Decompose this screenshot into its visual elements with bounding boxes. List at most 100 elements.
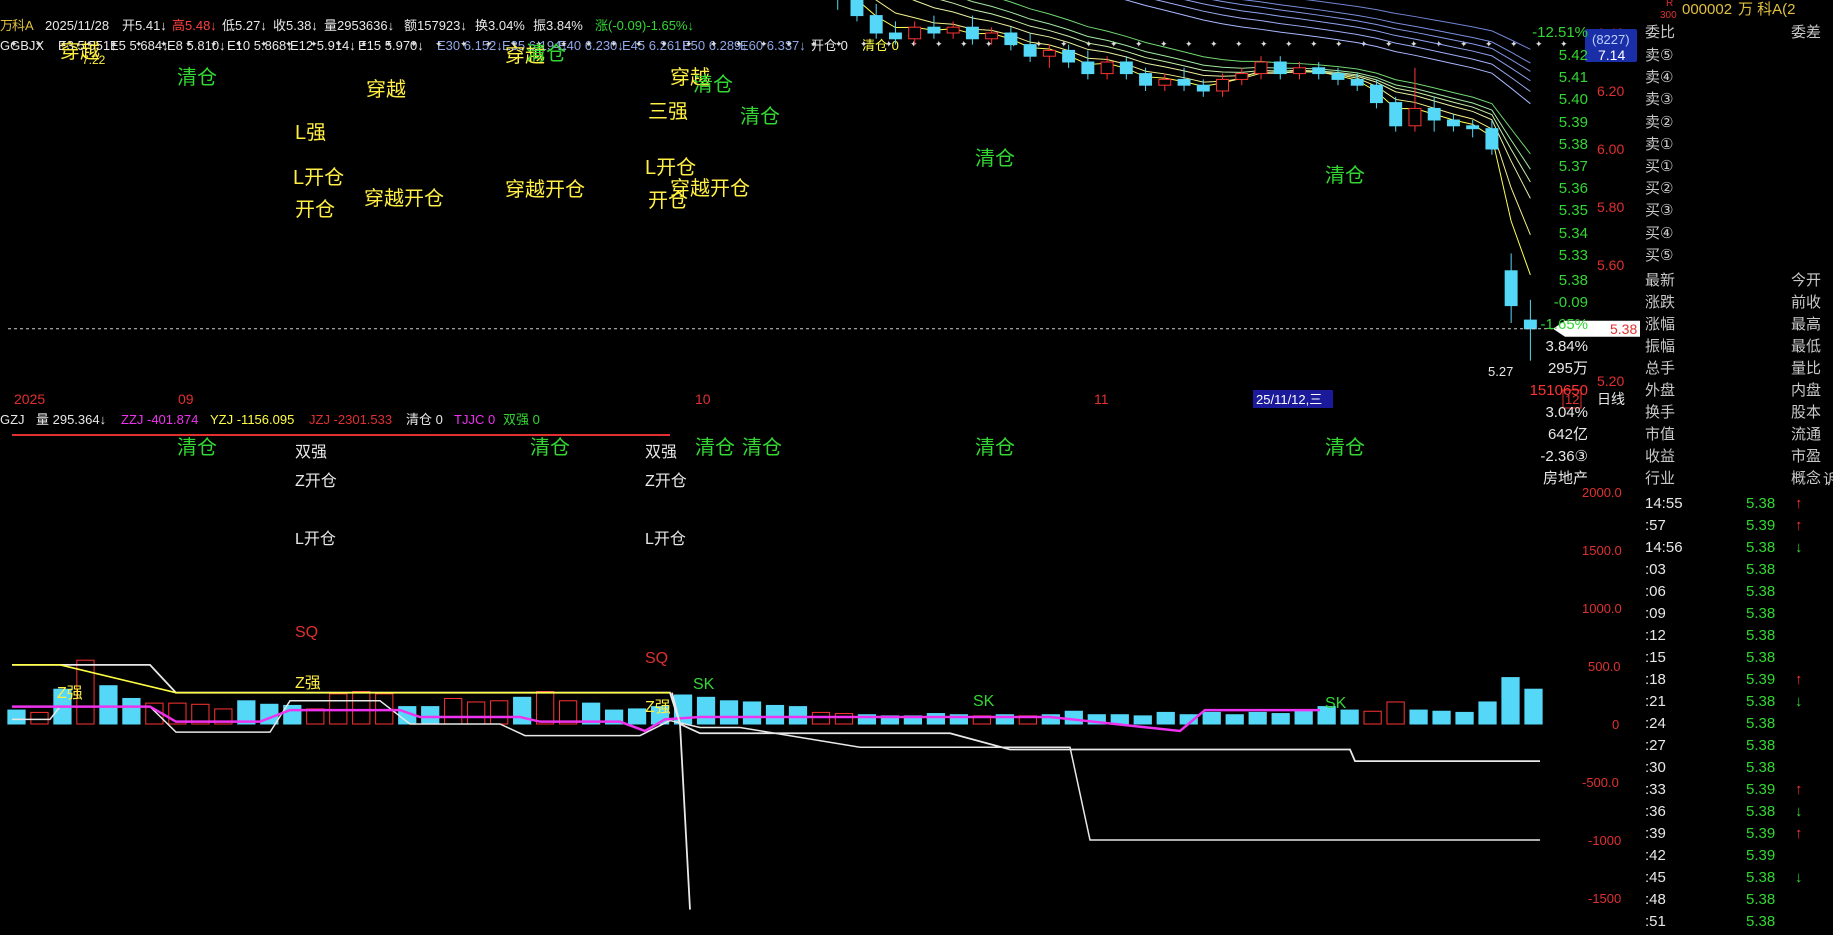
book-row-label: 买⑤ (1645, 246, 1674, 264)
marker-dot: ✦ (1185, 39, 1193, 49)
tick-price: 5.39 (1746, 671, 1776, 688)
volume-bar (1524, 688, 1543, 725)
sub-annotation: Z开仓 (295, 472, 337, 490)
book-row-value: 5.41 (1558, 69, 1588, 87)
volume-bar (1271, 713, 1290, 725)
volume-bar (1225, 714, 1244, 725)
book-row-label: 买③ (1645, 202, 1674, 220)
marker-dot: ✦ (910, 39, 918, 49)
tick-price: 5.38 (1746, 715, 1776, 732)
stat-row-label: 涨跌 (1645, 294, 1676, 311)
marker-dot: ✦ (185, 39, 193, 49)
volume-bar (1294, 709, 1313, 725)
book-row-label: 卖① (1645, 135, 1674, 153)
marker-dot: ✦ (385, 39, 393, 49)
close-value: 收5.38↓ (273, 18, 318, 33)
book-row-label: 买④ (1645, 224, 1674, 242)
price-annotation: L开仓 (293, 166, 344, 189)
stat-row-value: -2.36③ (1540, 448, 1588, 465)
low-value: 低5.27↓ (222, 18, 267, 33)
stat-row-label: 收益 (1645, 448, 1676, 465)
candle-body (1273, 61, 1287, 75)
tick-time: :09 (1645, 605, 1666, 622)
open-value: 开5.41↓ (122, 18, 167, 33)
volume-bar (352, 691, 371, 725)
candle-body (1466, 125, 1480, 130)
ma-legend-item: E60 6.337↓ (740, 38, 806, 53)
stat-row-label: 行业 (1645, 470, 1676, 487)
volume-value: 量2953636↓ (324, 18, 394, 33)
tick-row: 14:55 5.38 ↑ (1640, 493, 1833, 515)
tick-price: 5.38 (1746, 869, 1776, 886)
marker-dot: ✦ (10, 39, 18, 49)
marker-dot: ✦ (260, 39, 268, 49)
volume-bar (719, 700, 739, 725)
candle-body (1254, 61, 1268, 75)
sub-tick: 0 (1612, 717, 1619, 732)
volume-bar (1478, 701, 1497, 725)
sub-tick: 1000.0 (1582, 601, 1622, 616)
candle-body (850, 0, 864, 17)
badge-price: 7.14 (1598, 47, 1625, 63)
stat-row-label: 总手 (1645, 360, 1676, 377)
stock-code: 000002 (1682, 1, 1733, 18)
marker-dot: ✦ (310, 39, 318, 49)
stat-row-label2: 股本 (1791, 404, 1822, 421)
date-axis: 2025 09 10 11 25/11/12,三 12 日线 (14, 389, 1625, 409)
tick-time: :15 (1645, 649, 1666, 666)
tick-time: :39 (1645, 825, 1666, 842)
tick-row: :09 5.38 (1640, 603, 1833, 625)
tick-time: :42 (1645, 847, 1666, 864)
sub-header: GZJ 量 295.364↓ ZZJ -401.874 YZJ -1156.09… (0, 412, 540, 427)
marker-dot: ✦ (685, 39, 693, 49)
tick-row: :30 5.38 (1640, 757, 1833, 779)
stat-row-label: 外盘 (1645, 382, 1676, 399)
stock-name: 科A (12, 18, 34, 33)
tick-time: :57 (1645, 517, 1666, 534)
marker-dot: ✦ (660, 39, 668, 49)
candle-body (1369, 84, 1383, 104)
price-annotation: L强 (295, 122, 326, 144)
tick-arrow: ↑ (1795, 495, 1803, 512)
stat-row-label2: 前收 (1791, 294, 1822, 311)
last-price-label: 5.38 (1610, 321, 1637, 337)
candle-body (1504, 270, 1518, 307)
marker-dot: ✦ (110, 39, 118, 49)
volume-bar (1248, 711, 1267, 725)
stat-row-label2: 流通 (1791, 426, 1822, 443)
marker-dot: ✦ (960, 39, 968, 49)
marker-dot: ✦ (1235, 39, 1243, 49)
sub-tick: -500.0 (1582, 775, 1619, 790)
quote-panel: R 300 000002 万 科A(2 委比 -12.51% 委差 卖⑤ 5.42… (1530, 0, 1833, 935)
stat-row-label2: 市盈 (1791, 448, 1822, 465)
stat-row-label: 市值 (1645, 426, 1676, 443)
volume-bar (1340, 709, 1359, 725)
tick-time: 14:56 (1645, 539, 1683, 556)
marker-dot: ✦ (35, 39, 43, 49)
turnover-value: 换3.04% (475, 18, 525, 33)
tick-time: :18 (1645, 671, 1666, 688)
volume-bar (1363, 710, 1382, 725)
tick-price: 5.39 (1746, 517, 1776, 534)
price-annotation: 清仓 (693, 73, 733, 96)
stock-chart[interactable]: 万 科A 2025/11/28 开5.41↓ 高5.48↓ 低5.27↓ 收5.… (0, 0, 1640, 935)
volume-bar (1455, 711, 1474, 725)
price-annotation: 穿越开仓 (364, 187, 444, 210)
sub-tick: -1500 (1588, 891, 1621, 906)
price-tick: 6.00 (1597, 141, 1624, 157)
volume-bar (99, 685, 118, 725)
tick-arrow: ↑ (1795, 517, 1803, 534)
indicator-lines (12, 434, 1540, 910)
price-annotation: 清仓 (1325, 164, 1365, 187)
ma-legend-item: E12 5.914↓ (290, 38, 356, 53)
tick-price: 5.39 (1746, 825, 1776, 842)
book-row-label: 卖③ (1645, 91, 1674, 109)
stat-row-label2: 今开 (1791, 272, 1822, 289)
book-row-value: 5.39 (1558, 113, 1588, 131)
candle-body (908, 26, 922, 40)
tick-time: :21 (1645, 693, 1666, 710)
volume-bar (283, 704, 302, 725)
book-row-value: 5.38 (1558, 135, 1588, 153)
tick-arrow: ↓ (1795, 693, 1803, 710)
marker-dot: ✦ (635, 39, 643, 49)
